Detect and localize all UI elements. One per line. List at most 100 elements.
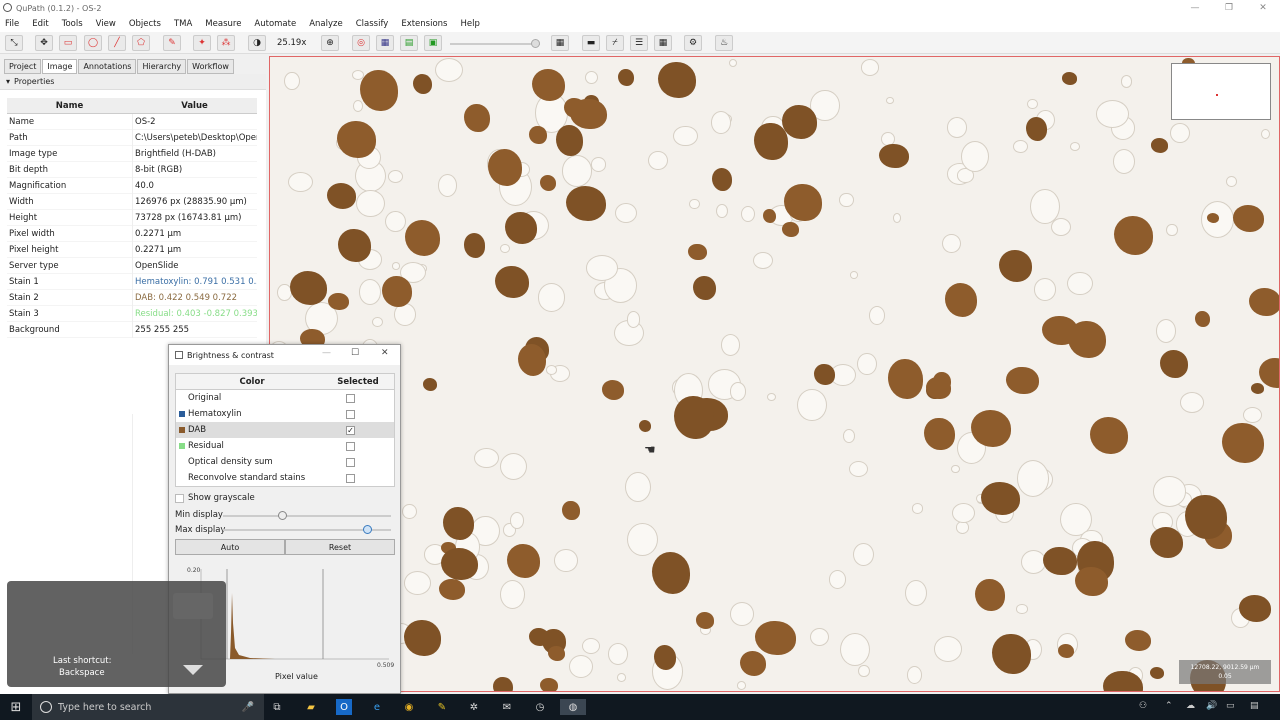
chrome-icon[interactable]: ◉	[401, 699, 417, 715]
channel-row[interactable]: Reconvolve standard stains	[176, 470, 394, 486]
channel-row[interactable]: Residual	[176, 438, 394, 454]
property-value[interactable]: 73728 px (16743.81 µm)	[133, 213, 257, 223]
ellipse-tool-icon[interactable]: ◯	[84, 35, 102, 51]
property-value[interactable]: Hematoxylin: 0.791 0.531 0.306	[133, 277, 257, 287]
property-value[interactable]: Residual: 0.403 -0.827 0.393	[133, 309, 257, 319]
tray-chevron-icon[interactable]: ⌃	[1165, 701, 1173, 711]
scalebar-icon[interactable]: ⌿	[606, 35, 624, 51]
max-display-slider[interactable]	[223, 525, 391, 534]
property-value[interactable]: DAB: 0.422 0.549 0.722	[133, 293, 257, 303]
rectangle-tool-icon[interactable]: ▭	[59, 35, 77, 51]
channel-selected-checkbox[interactable]	[346, 441, 355, 451]
measurement-table-icon[interactable]: ▦	[551, 35, 569, 51]
maximize-button[interactable]: ❐	[1212, 0, 1246, 16]
qupath-taskbar-icon[interactable]: ◍	[560, 699, 586, 715]
settings-icon[interactable]: ⚙	[684, 35, 702, 51]
polygon-tool-icon[interactable]: ⬠	[132, 35, 150, 51]
property-value[interactable]: 0.2271 µm	[133, 229, 257, 239]
zoom-fit-icon[interactable]: ⊕	[321, 35, 339, 51]
property-value[interactable]: Brightfield (H-DAB)	[133, 149, 257, 159]
tab-project[interactable]: Project	[4, 59, 42, 74]
show-tma-grid-icon[interactable]: ▦	[376, 35, 394, 51]
channel-selected-checkbox[interactable]	[346, 409, 355, 419]
menu-analyze[interactable]: Analyze	[309, 19, 343, 29]
menu-view[interactable]: View	[96, 19, 116, 29]
menu-help[interactable]: Help	[461, 19, 480, 29]
brush-tool-icon[interactable]: ✎	[163, 35, 181, 51]
channel-selected-checkbox[interactable]	[346, 457, 355, 467]
fill-detections-icon[interactable]: ▣	[424, 35, 442, 51]
property-value[interactable]: 126976 px (28835.90 µm)	[133, 197, 257, 207]
opacity-slider-knob[interactable]	[531, 39, 540, 48]
auto-button[interactable]: Auto	[175, 539, 285, 555]
volume-icon[interactable]: 🔊	[1206, 701, 1217, 711]
min-display-slider[interactable]	[223, 511, 391, 520]
microphone-icon[interactable]: 🎤	[242, 702, 254, 713]
property-value[interactable]: 0.2271 µm	[133, 245, 257, 255]
menu-automate[interactable]: Automate	[254, 19, 296, 29]
pan-tool-icon[interactable]: ✥	[35, 35, 53, 51]
file-explorer-icon[interactable]: ▰	[303, 699, 319, 715]
channel-selected-checkbox[interactable]	[346, 473, 355, 483]
channel-selected-checkbox[interactable]: ✓	[346, 425, 355, 435]
show-grayscale-checkbox[interactable]	[175, 493, 184, 503]
minimize-button[interactable]: —	[1178, 0, 1212, 16]
property-value[interactable]: 40.0	[133, 181, 257, 191]
settings-app-icon[interactable]: ✲	[466, 699, 482, 715]
menu-tma[interactable]: TMA	[174, 19, 192, 29]
menu-extensions[interactable]: Extensions	[401, 19, 447, 29]
log-icon[interactable]: ♨	[715, 35, 733, 51]
windows-start-icon[interactable]: ⊞	[8, 699, 24, 715]
menu-tools[interactable]: Tools	[62, 19, 83, 29]
onedrive-icon[interactable]: ☁	[1186, 701, 1195, 711]
taskbar-search[interactable]: Type here to search 🎤	[32, 694, 264, 720]
dialog-minimize-button[interactable]: —	[322, 348, 331, 358]
task-view-icon[interactable]: ⧉	[269, 699, 285, 715]
menu-file[interactable]: File	[5, 19, 19, 29]
channel-selected-checkbox[interactable]	[346, 393, 355, 403]
property-value[interactable]: OpenSlide	[133, 261, 257, 271]
property-value[interactable]: OS-2	[133, 117, 257, 127]
grid-lines-icon[interactable]: ☰	[630, 35, 648, 51]
counting-grid-icon[interactable]: ▦	[654, 35, 672, 51]
show-detections-icon[interactable]: ▤	[400, 35, 418, 51]
properties-header[interactable]: ▾ Properties	[0, 74, 266, 90]
channel-row[interactable]: DAB ✓	[176, 422, 394, 438]
property-value[interactable]: 8-bit (RGB)	[133, 165, 257, 175]
menu-measure[interactable]: Measure	[205, 19, 241, 29]
show-annotations-icon[interactable]: ◎	[352, 35, 370, 51]
menu-edit[interactable]: Edit	[32, 19, 48, 29]
pen-app-icon[interactable]: ✎	[434, 699, 450, 715]
property-value[interactable]: C:\Users\peteb\Desktop\OpenSl...	[133, 133, 257, 143]
menu-objects[interactable]: Objects	[129, 19, 161, 29]
channel-row[interactable]: Hematoxylin	[176, 406, 394, 422]
overview-icon[interactable]: ▬	[582, 35, 600, 51]
wand-tool-icon[interactable]: ✦	[193, 35, 211, 51]
overview-thumbnail[interactable]	[1171, 63, 1271, 120]
opacity-slider[interactable]	[450, 39, 540, 48]
tab-hierarchy[interactable]: Hierarchy	[137, 59, 187, 74]
max-display-knob[interactable]	[363, 525, 373, 534]
dialog-close-button[interactable]: ✕	[381, 348, 389, 358]
channel-row[interactable]: Original	[176, 390, 394, 406]
tab-image[interactable]: Image	[42, 59, 78, 74]
edge-icon[interactable]: e	[369, 699, 385, 715]
contrast-icon[interactable]: ◑	[248, 35, 266, 51]
menu-classify[interactable]: Classify	[356, 19, 389, 29]
line-tool-icon[interactable]: ╱	[108, 35, 126, 51]
tab-workflow[interactable]: Workflow	[187, 59, 234, 74]
network-icon[interactable]: ▭	[1226, 701, 1235, 711]
people-icon[interactable]: ⚇	[1139, 701, 1147, 711]
min-display-knob[interactable]	[277, 511, 287, 520]
notifications-icon[interactable]: ▤	[1250, 701, 1259, 711]
property-value[interactable]: 255 255 255	[133, 325, 257, 335]
channel-row[interactable]: Optical density sum	[176, 454, 394, 470]
outlook-icon[interactable]: O	[336, 699, 352, 715]
image-viewer[interactable]: 12708.22, 9012.59 µm 0.05 ☚	[269, 56, 1280, 692]
dialog-maximize-button[interactable]: ☐	[351, 348, 359, 358]
clock-app-icon[interactable]: ◷	[532, 699, 548, 715]
tab-annotations[interactable]: Annotations	[78, 59, 137, 74]
points-tool-icon[interactable]: ⁂	[217, 35, 235, 51]
move-tool-icon[interactable]: ⤡	[5, 35, 23, 51]
reset-button[interactable]: Reset	[285, 539, 395, 555]
